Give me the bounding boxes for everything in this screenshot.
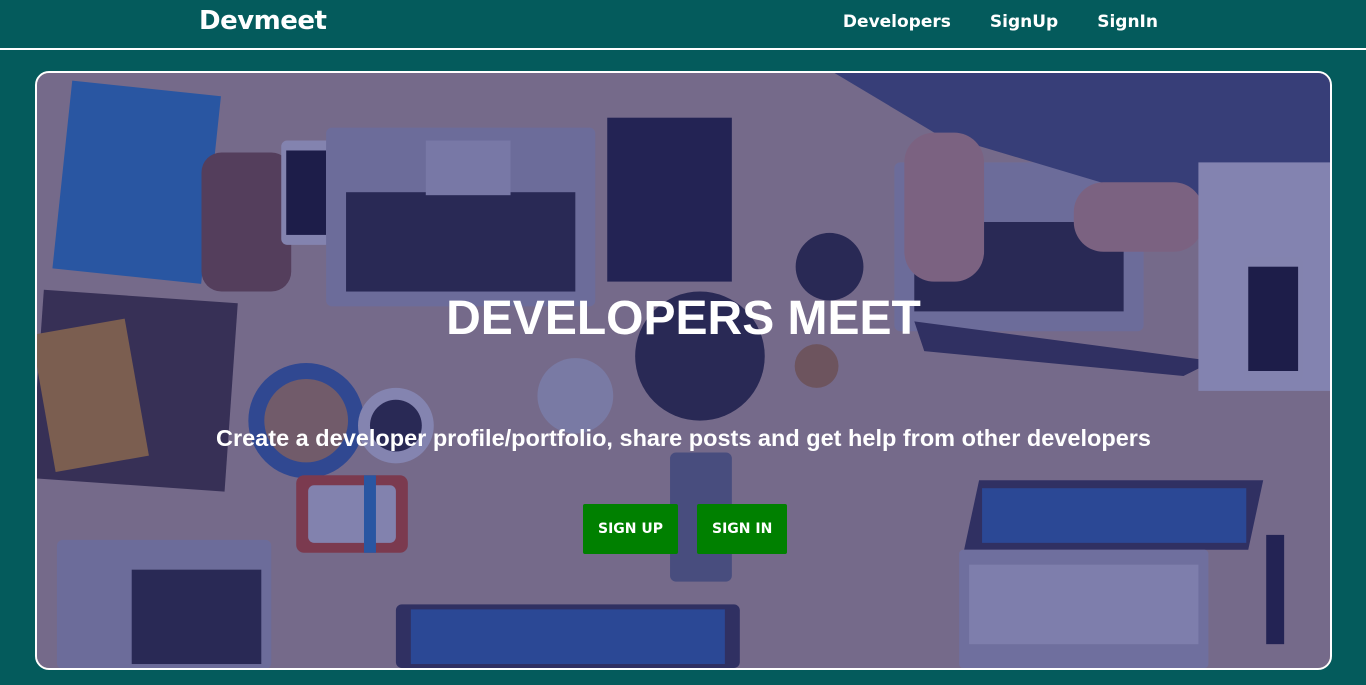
hero-buttons: SIGN UP SIGN IN: [583, 504, 788, 554]
sign-in-button[interactable]: SIGN IN: [697, 504, 788, 554]
nav-link-signup[interactable]: SignUp: [990, 12, 1058, 32]
hero-content: DEVELOPERS MEET Create a developer profi…: [37, 73, 1330, 668]
hero-subtitle: Create a developer profile/portfolio, sh…: [216, 425, 1151, 451]
nav-link-signin[interactable]: SignIn: [1097, 12, 1158, 32]
nav-link-developers[interactable]: Developers: [843, 12, 951, 32]
brand-logo-link[interactable]: Devmeet: [199, 6, 327, 36]
nav-links: Developers SignUp SignIn: [843, 12, 1158, 32]
navbar: Devmeet Developers SignUp SignIn: [0, 0, 1366, 50]
hero-title: DEVELOPERS MEET: [446, 292, 921, 345]
hero-section: DEVELOPERS MEET Create a developer profi…: [35, 71, 1332, 670]
sign-up-button[interactable]: SIGN UP: [583, 504, 679, 554]
